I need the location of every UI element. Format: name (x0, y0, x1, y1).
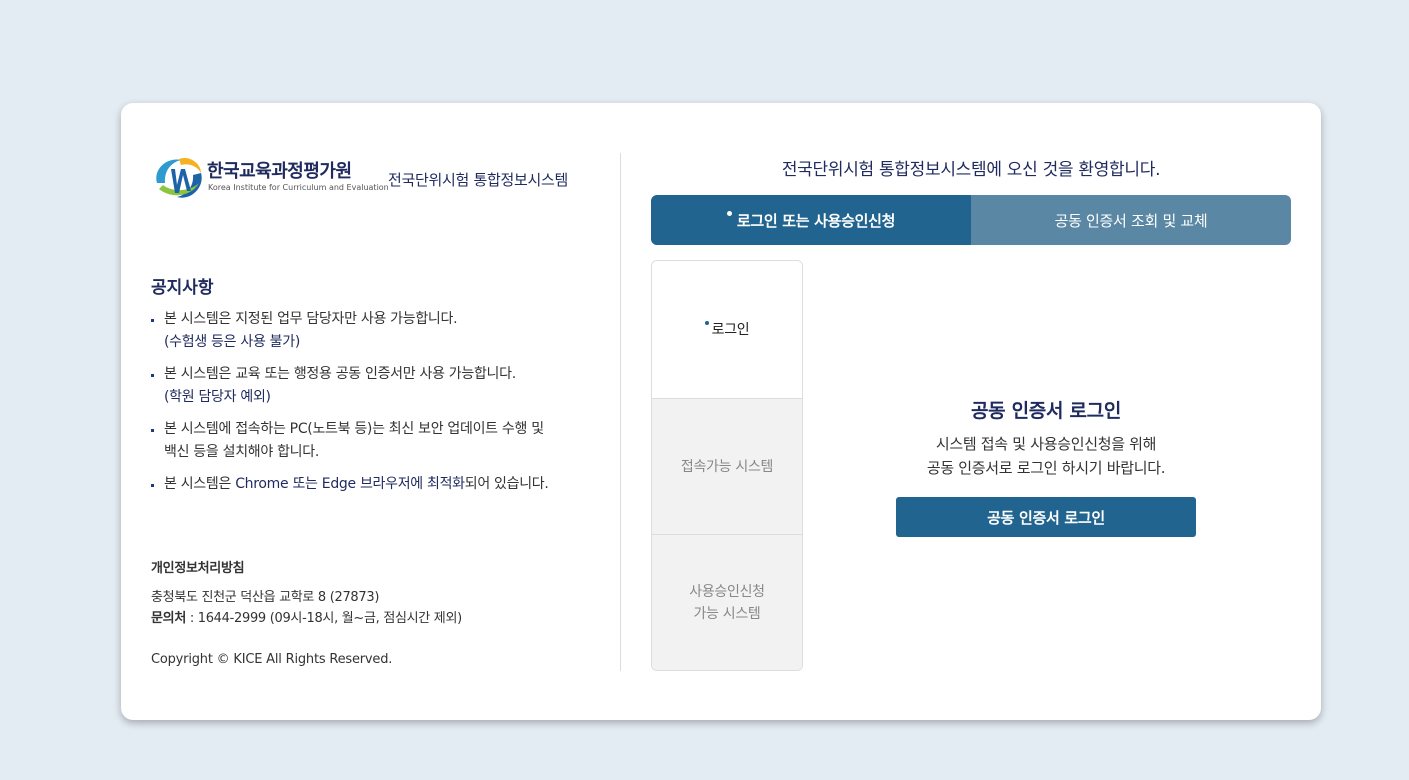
login-description: 시스템 접속 및 사용승인신청을 위해 공동 인증서로 로그인 하시기 바랍니다… (801, 432, 1291, 480)
contact-label: 문의처 (151, 611, 186, 626)
info-panel: 한국교육과정평가원 Korea Institute for Curriculum… (151, 153, 601, 673)
sidebar-item-label: 접속가능 시스템 (680, 458, 774, 475)
notice-subtext: (수험생 등은 사용 불가) (164, 334, 300, 350)
notice-title: 공지사항 (151, 278, 214, 298)
notice-text-continued: 백신 등을 설치해야 합니다. (164, 444, 319, 460)
tab-label: 로그인 또는 사용승인신청 (736, 211, 896, 230)
system-title: 전국단위시험 통합정보시스템 (388, 171, 568, 189)
address-block: 충청북도 진천군 덕산읍 교학로 8 (27873) 문의처 : 1644-29… (151, 587, 462, 629)
notice-text: 본 시스템은 지정된 업무 담당자만 사용 가능합니다. (164, 311, 458, 327)
contact-value: : 1644-2999 (09시-18시, 월~금, 점심시간 제외) (185, 611, 462, 626)
notice-item: 본 시스템은 지정된 업무 담당자만 사용 가능합니다. (수험생 등은 사용 … (151, 308, 601, 354)
notice-text-end: 되어 있습니다. (464, 476, 549, 492)
login-sidebar: 로그인 접속가능 시스템 사용승인신청 가능 시스템 (651, 260, 803, 671)
login-desc-line2: 공동 인증서로 로그인 하시기 바랍니다. (926, 459, 1166, 477)
login-card: 한국교육과정평가원 Korea Institute for Curriculum… (121, 103, 1321, 720)
notice-highlight: Chrome 또는 Edge 브라우저에 최적화 (235, 476, 465, 492)
sidebar-label-line1: 사용승인신청 (689, 583, 765, 600)
sidebar-item-accessible-systems[interactable]: 접속가능 시스템 (652, 398, 802, 534)
sidebar-item-label: 사용승인신청 가능 시스템 (689, 581, 765, 625)
notice-text: 본 시스템은 교육 또는 행정용 공동 인증서만 사용 가능합니다. (164, 366, 516, 382)
welcome-heading: 전국단위시험 통합정보시스템에 오신 것을 환영합니다. (781, 160, 1161, 180)
notice-list: 본 시스템은 지정된 업무 담당자만 사용 가능합니다. (수험생 등은 사용 … (151, 308, 601, 505)
login-title: 공동 인증서 로그인 (970, 400, 1122, 422)
tab-label: 공동 인증서 조회 및 교체 (1054, 211, 1208, 230)
panel-divider (620, 153, 621, 671)
contact-line: 문의처 : 1644-2999 (09시-18시, 월~금, 점심시간 제외) (151, 608, 462, 629)
active-dot-icon (704, 320, 709, 325)
certificate-login-panel: 공동 인증서 로그인 시스템 접속 및 사용승인신청을 위해 공동 인증서로 로… (801, 260, 1291, 669)
certificate-login-button[interactable]: 공동 인증서 로그인 (896, 497, 1196, 537)
notice-text: 본 시스템은 (164, 476, 236, 492)
privacy-policy-link[interactable]: 개인정보처리방침 (151, 557, 245, 576)
notice-text: 본 시스템에 접속하는 PC(노트북 등)는 최신 보안 업데이트 수행 및 (164, 421, 544, 437)
notice-item: 본 시스템은 Chrome 또는 Edge 브라우저에 최적화되어 있습니다. (151, 473, 601, 496)
logo-korean-text: 한국교육과정평가원 (207, 161, 352, 182)
address-text: 충청북도 진천군 덕산읍 교학로 8 (27873) (151, 590, 380, 605)
sidebar-label-line2: 가능 시스템 (693, 605, 761, 622)
sidebar-item-label: 로그인 (711, 321, 750, 338)
notice-item: 본 시스템에 접속하는 PC(노트북 등)는 최신 보안 업데이트 수행 및 백… (151, 418, 601, 464)
tab-login-or-approval[interactable]: 로그인 또는 사용승인신청 (651, 195, 971, 245)
copyright-text: Copyright © KICE All Rights Reserved. (151, 652, 393, 667)
active-dot-icon (726, 210, 732, 216)
tab-certificate-lookup[interactable]: 공동 인증서 조회 및 교체 (971, 195, 1291, 245)
notice-item: 본 시스템은 교육 또는 행정용 공동 인증서만 사용 가능합니다. (학원 담… (151, 363, 601, 409)
notice-subtext: (학원 담당자 예외) (164, 389, 271, 405)
sidebar-item-approval-systems[interactable]: 사용승인신청 가능 시스템 (652, 534, 802, 670)
kice-logo-icon (156, 157, 202, 198)
login-desc-line1: 시스템 접속 및 사용승인신청을 위해 (935, 435, 1157, 453)
sidebar-item-login[interactable]: 로그인 (652, 261, 802, 398)
kice-logo[interactable]: 한국교육과정평가원 Korea Institute for Curriculum… (151, 153, 389, 205)
logo-english-text: Korea Institute for Curriculum and Evalu… (208, 183, 389, 192)
main-tabs: 로그인 또는 사용승인신청 공동 인증서 조회 및 교체 (651, 195, 1291, 245)
